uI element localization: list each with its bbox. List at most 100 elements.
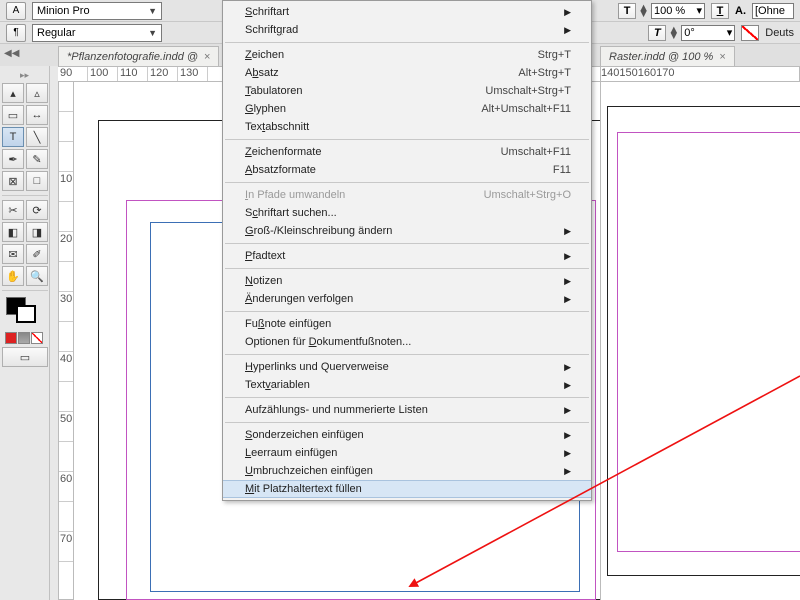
menu-item[interactable]: ZeichenStrg+T (223, 46, 591, 64)
rectangle-frame-tool[interactable]: ⊠ (2, 171, 24, 191)
submenu-arrow-icon: ▶ (564, 466, 571, 477)
submenu-arrow-icon: ▶ (564, 25, 571, 36)
note-tool[interactable]: ✉ (2, 244, 24, 264)
menu-item[interactable]: Schriftgrad ▶ (223, 21, 591, 39)
submenu-arrow-icon: ▶ (564, 294, 571, 305)
scissors-tool[interactable]: ✂ (2, 200, 24, 220)
font-style-select[interactable]: Regular ▼ (32, 24, 162, 42)
menu-item[interactable]: Schriftart suchen... (223, 204, 591, 222)
menu-shortcut: Umschalt+Strg+T (485, 85, 571, 97)
close-icon[interactable]: × (204, 51, 210, 63)
submenu-arrow-icon: ▶ (564, 7, 571, 18)
eyedropper-tool[interactable]: ✐ (26, 244, 48, 264)
menu-item[interactable]: AbsatzformateF11 (223, 161, 591, 179)
direct-selection-tool[interactable]: ▵ (26, 83, 48, 103)
rectangle-tool[interactable]: □ (26, 171, 48, 191)
menu-item[interactable]: Mit Platzhaltertext füllen (223, 480, 591, 498)
menu-item[interactable]: GlyphenAlt+Umschalt+F11 (223, 100, 591, 118)
language-select[interactable]: Deuts (765, 27, 794, 39)
menu-item[interactable]: Änderungen verfolgen▶ (223, 290, 591, 308)
menu-separator (225, 182, 589, 183)
menu-item-label: Zeichen (245, 49, 284, 61)
menu-separator (225, 243, 589, 244)
dropdown-arrow-icon: ▼ (148, 28, 157, 38)
menu-item[interactable]: Textvariablen▶ (223, 376, 591, 394)
menu-item[interactable]: Sonderzeichen einfügen▶ (223, 426, 591, 444)
menu-item[interactable]: Hyperlinks und Querverweise▶ (223, 358, 591, 376)
ruler-tick: 120 (148, 67, 178, 81)
ruler-tick: 60 (59, 472, 73, 502)
ruler-tick: 90 (58, 67, 88, 81)
ruler-tick: 170 (656, 67, 674, 81)
menu-item[interactable]: Fußnote einfügen (223, 315, 591, 333)
font-family-select[interactable]: Minion Pro ▼ (32, 2, 162, 20)
ruler-tick (59, 442, 73, 472)
menu-item[interactable]: Schriftart▶ (223, 3, 591, 21)
submenu-arrow-icon: ▶ (564, 362, 571, 373)
menu-item-label: In Pfade umwandeln (245, 189, 345, 201)
horizontal-scale-field[interactable]: 100 %▾ (651, 3, 705, 19)
rotate-field[interactable]: 0°▾ (681, 25, 735, 41)
apply-none-swatch[interactable] (31, 332, 43, 344)
pencil-tool[interactable]: ✎ (26, 149, 48, 169)
menu-item-label: Absatzformate (245, 164, 316, 176)
ruler-tick (59, 142, 73, 172)
para-panel-button[interactable]: ¶ (6, 24, 26, 42)
panel-collapse-icon[interactable]: ◀◀ (4, 48, 19, 59)
menu-item[interactable]: Notizen▶ (223, 272, 591, 290)
ruler-tick: 40 (59, 352, 73, 382)
page-tool[interactable]: ▭ (2, 105, 24, 125)
menu-separator (225, 422, 589, 423)
tools-panel: ▸▸ ▴ ▵ ▭ ↔ T ╲ ✒ ✎ ⊠ □ ✂ ⟳ ◧ ◨ ✉ ✐ ✋ 🔍 ▭ (0, 66, 50, 600)
menu-item[interactable]: Optionen für Dokumentfußnoten... (223, 333, 591, 351)
fill-stroke-proxy[interactable] (2, 295, 48, 329)
document-tab[interactable]: *Pflanzenfotografie.indd @ × (58, 46, 219, 66)
document-canvas-secondary[interactable] (600, 82, 800, 600)
menu-item[interactable]: AbsatzAlt+Strg+T (223, 64, 591, 82)
type-menu: Schriftart▶Schriftgrad▶ZeichenStrg+TAbsa… (222, 0, 592, 501)
scale-stepper[interactable]: ▲▼ (638, 5, 649, 17)
gradient-swatch-tool[interactable]: ◧ (2, 222, 24, 242)
menu-item[interactable]: Groß-/Kleinschreibung ändern▶ (223, 222, 591, 240)
menu-item[interactable]: Textabschnitt (223, 118, 591, 136)
free-transform-tool[interactable]: ⟳ (26, 200, 48, 220)
ruler-tick: 110 (118, 67, 148, 81)
pen-tool[interactable]: ✒ (2, 149, 24, 169)
document-tab[interactable]: Raster.indd @ 100 % × (600, 46, 735, 66)
menu-item[interactable]: TabulatorenUmschalt+Strg+T (223, 82, 591, 100)
menu-item[interactable]: Leerraum einfügen▶ (223, 444, 591, 462)
menu-separator (225, 42, 589, 43)
apply-color-swatch[interactable] (5, 332, 17, 344)
menu-item-label: Schriftgrad (245, 24, 298, 36)
menu-separator (225, 139, 589, 140)
menu-item[interactable]: Aufzählungs- und nummerierte Listen▶ (223, 401, 591, 419)
menu-item-label: Zeichenformate (245, 146, 321, 158)
toolbox-collapse-icon[interactable]: ▸▸ (0, 70, 49, 81)
selection-tool[interactable]: ▴ (2, 83, 24, 103)
menu-shortcut: Umschalt+Strg+O (484, 189, 571, 201)
fill-swatch[interactable] (741, 25, 759, 41)
submenu-arrow-icon: ▶ (564, 226, 571, 237)
horizontal-scale-icon: T (618, 3, 636, 19)
stroke-proxy[interactable] (16, 305, 36, 323)
gap-tool[interactable]: ↔ (26, 105, 48, 125)
line-tool[interactable]: ╲ (26, 127, 48, 147)
rotate-value: 0° (684, 27, 695, 39)
horizontal-scale-value: 100 % (654, 5, 685, 17)
menu-item[interactable]: ZeichenformateUmschalt+F11 (223, 143, 591, 161)
apply-gradient-swatch[interactable] (18, 332, 30, 344)
close-icon[interactable]: × (719, 51, 725, 63)
ruler-tick: 150 (619, 67, 637, 81)
menu-item[interactable]: Pfadtext▶ (223, 247, 591, 265)
gradient-feather-tool[interactable]: ◨ (26, 222, 48, 242)
menu-item[interactable]: Umbruchzeichen einfügen▶ (223, 462, 591, 480)
view-mode-toggle[interactable]: ▭ (2, 347, 48, 367)
char-style-select[interactable]: [Ohne (752, 3, 794, 19)
text-format-icon[interactable]: T (711, 3, 729, 19)
char-panel-button[interactable]: A (6, 2, 26, 20)
rotate-stepper[interactable]: ▲▼ (668, 27, 679, 39)
hand-tool[interactable]: ✋ (2, 266, 24, 286)
zoom-tool[interactable]: 🔍 (26, 266, 48, 286)
menu-item-label: Textabschnitt (245, 121, 309, 133)
type-tool[interactable]: T (2, 127, 24, 147)
